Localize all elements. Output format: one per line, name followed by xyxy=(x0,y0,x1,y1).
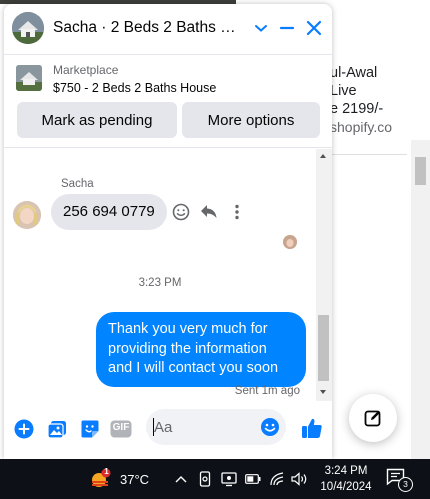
minimize-button[interactable] xyxy=(276,17,298,39)
background-text-line: ul-Awal xyxy=(330,65,378,81)
chat-title[interactable]: Sacha · 2 Beds 2 Baths Ho… xyxy=(53,19,243,37)
phone-link-icon xyxy=(199,471,211,487)
battery-icon xyxy=(245,474,261,484)
seen-indicator-avatar xyxy=(283,235,297,249)
listing-title[interactable]: $750 - 2 Beds 2 Baths House xyxy=(53,81,216,95)
sticker-button[interactable] xyxy=(80,419,100,439)
monitor-icon xyxy=(221,472,237,487)
notification-center-button[interactable]: 3 xyxy=(386,468,413,492)
background-text-line: Live xyxy=(330,83,357,99)
wifi-icon xyxy=(270,472,284,486)
background-listing-text: ul-Awal Live e 2199/- shopify.co xyxy=(330,64,425,136)
page-scrollbar-thumb[interactable] xyxy=(415,157,426,185)
attach-photo-button[interactable] xyxy=(47,419,67,439)
sent-status: Sent 1m ago xyxy=(234,385,300,397)
message-scrollbar-thumb[interactable] xyxy=(318,315,329,381)
clock-time: 3:24 PM xyxy=(324,465,368,477)
listing-type-label: Marketplace xyxy=(53,63,119,77)
smiley-icon xyxy=(172,203,190,221)
network-button[interactable] xyxy=(268,470,286,488)
chevron-up-icon xyxy=(175,476,187,483)
volume-button[interactable] xyxy=(291,470,309,488)
gif-button[interactable]: GIF xyxy=(110,419,132,439)
weather-badge: 1 xyxy=(104,467,109,476)
message-timestamp: 3:23 PM xyxy=(138,277,182,289)
tray-app-button[interactable] xyxy=(220,470,238,488)
page-scrollbar[interactable] xyxy=(411,140,430,459)
close-icon xyxy=(306,20,322,36)
incoming-message-bubble[interactable]: 256 694 0779 xyxy=(51,194,167,230)
message-input[interactable]: Aa xyxy=(146,409,286,445)
outgoing-message-bubble[interactable]: Thank you very much for providing the in… xyxy=(96,312,306,387)
weather-temperature[interactable]: 37°C xyxy=(120,472,149,487)
minimize-icon xyxy=(279,26,295,30)
sender-name: Sacha xyxy=(61,178,94,190)
chat-header[interactable]: Sacha · 2 Beds 2 Baths Ho… xyxy=(4,4,332,55)
clock[interactable]: 3:24 PM 10/4/2024 xyxy=(316,463,376,495)
listing-thumbnail[interactable] xyxy=(16,65,42,91)
photo-icon xyxy=(47,421,66,439)
marketplace-listing-panel: Marketplace $750 - 2 Beds 2 Baths House … xyxy=(4,55,332,148)
more-options-button[interactable]: More options xyxy=(182,102,320,138)
compose-icon xyxy=(364,410,381,427)
sticker-icon xyxy=(81,420,99,438)
chat-options-button[interactable] xyxy=(250,17,272,39)
new-message-button[interactable] xyxy=(349,394,397,442)
user-photo-icon xyxy=(283,235,297,249)
message-composer: GIF Aa xyxy=(4,401,332,459)
chevron-down-icon xyxy=(255,25,267,32)
show-hidden-icons-button[interactable] xyxy=(172,470,190,488)
user-photo-icon xyxy=(13,201,41,229)
emoji-button[interactable] xyxy=(260,417,280,437)
background-text-line: e 2199/- xyxy=(330,101,384,117)
avatar[interactable] xyxy=(12,12,44,44)
background-link[interactable]: shopify.co xyxy=(330,118,425,136)
react-button[interactable] xyxy=(169,200,193,224)
scroll-up-arrow-icon[interactable] xyxy=(320,154,326,158)
reply-button[interactable] xyxy=(197,200,221,224)
weather-widget[interactable]: 1 xyxy=(88,467,112,488)
like-button[interactable] xyxy=(300,416,324,440)
emoji-icon xyxy=(261,418,279,436)
close-button[interactable] xyxy=(303,17,325,39)
thumbs-up-icon xyxy=(302,418,322,438)
house-photo-icon xyxy=(12,12,44,44)
clock-date: 10/4/2024 xyxy=(320,481,372,493)
message-list[interactable]: Sacha 256 694 0779 3:23 PM Thank you ver… xyxy=(4,149,316,401)
battery-button[interactable] xyxy=(244,470,262,488)
mark-as-pending-button[interactable]: Mark as pending xyxy=(17,102,177,138)
windows-taskbar: 1 37°C 3:24 PM 10/4/2024 3 xyxy=(0,459,430,499)
message-input-placeholder: Aa xyxy=(154,419,173,436)
notification-count-badge: 3 xyxy=(398,477,413,492)
scroll-down-arrow-icon[interactable] xyxy=(320,390,326,394)
plus-circle-icon xyxy=(14,419,34,439)
tray-app-button[interactable] xyxy=(196,470,214,488)
avatar[interactable] xyxy=(13,201,41,229)
more-actions-plus-button[interactable] xyxy=(14,419,34,439)
background-divider xyxy=(332,154,407,155)
more-actions-button[interactable] xyxy=(225,200,249,224)
chat-window: Sacha · 2 Beds 2 Baths Ho… Marketplace $… xyxy=(4,4,332,459)
speaker-icon xyxy=(291,472,307,486)
more-vertical-icon xyxy=(235,204,239,220)
gif-label: GIF xyxy=(112,422,130,433)
house-photo-icon xyxy=(16,65,42,91)
reply-icon xyxy=(201,205,217,218)
